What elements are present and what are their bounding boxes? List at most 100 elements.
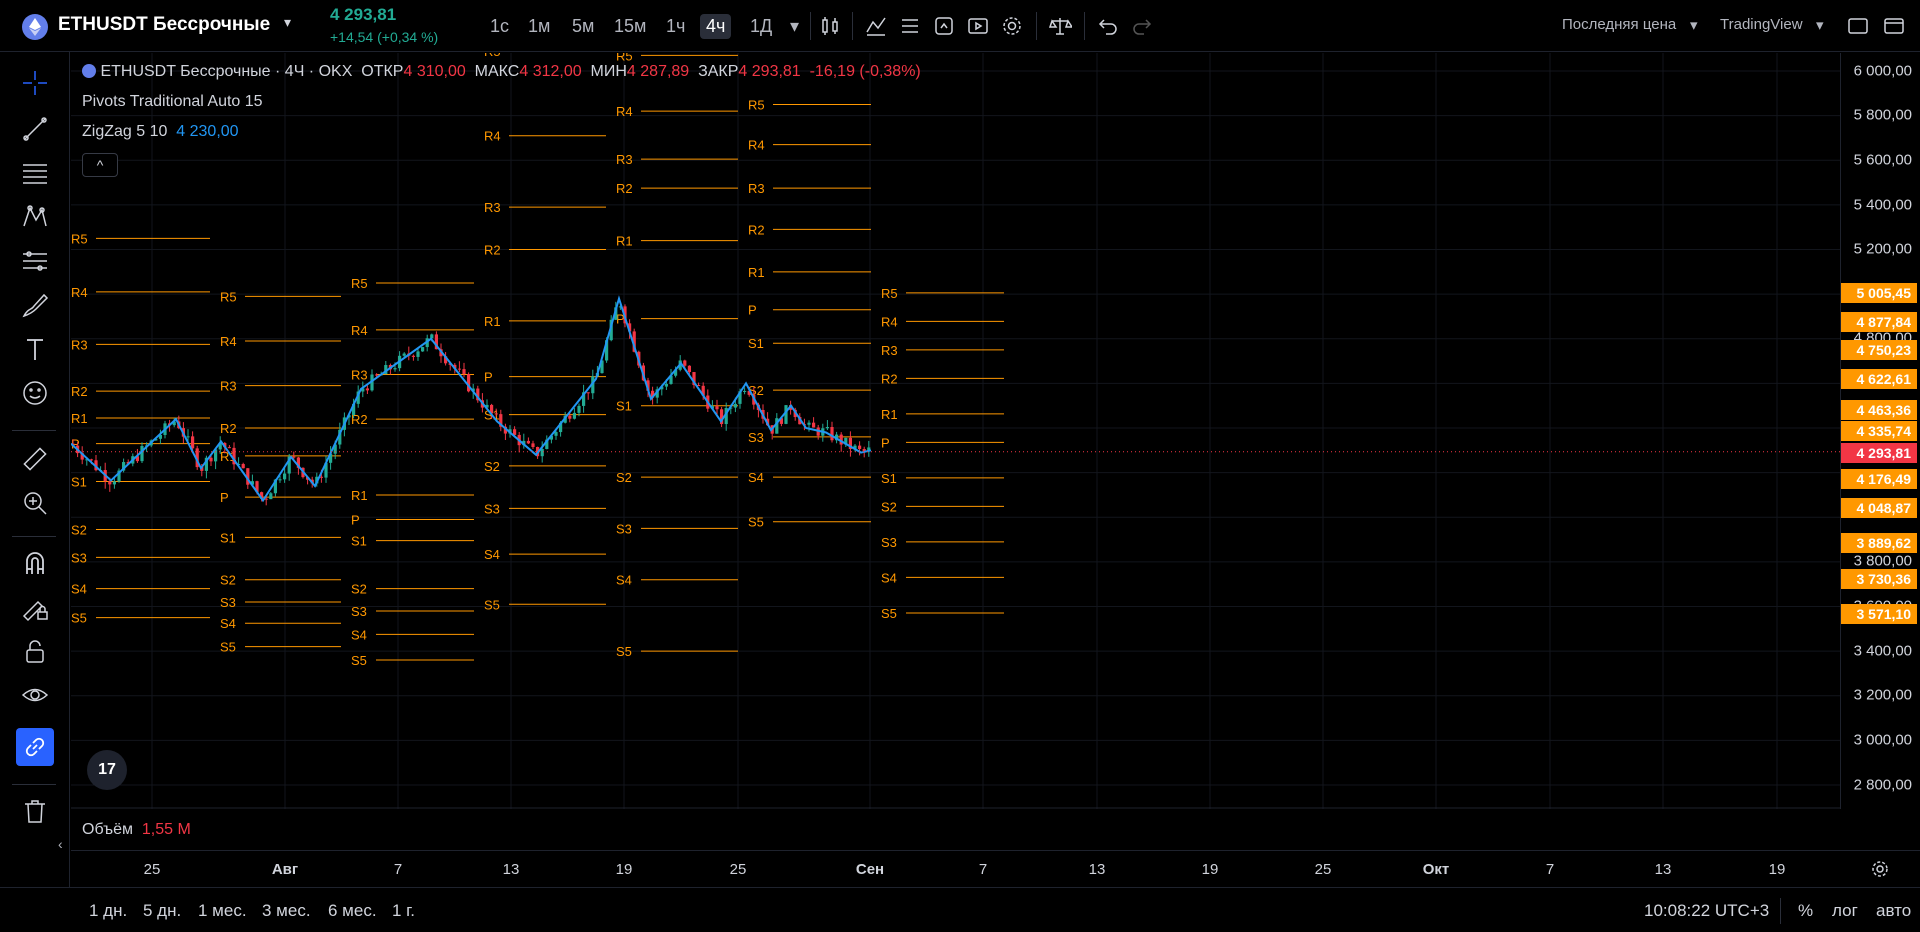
timeframe-4h[interactable]: 4ч xyxy=(700,14,732,39)
range-5d[interactable]: 5 дн. xyxy=(143,901,181,921)
timeframe-15m[interactable]: 15м xyxy=(608,14,652,39)
trash-icon[interactable] xyxy=(20,796,50,826)
fullscreen-icon[interactable] xyxy=(1846,14,1870,38)
pivots-legend[interactable]: Pivots Traditional Auto 15 xyxy=(82,93,263,111)
separator xyxy=(12,536,56,537)
pivot-label: S1 xyxy=(881,471,897,486)
pivot-label: S5 xyxy=(484,597,500,612)
separator xyxy=(810,12,811,40)
volume-legend[interactable]: Объём 1,55 M xyxy=(82,821,191,839)
price-type-select[interactable]: Последняя цена xyxy=(1562,16,1676,33)
candle-body xyxy=(494,413,498,415)
lock-icon[interactable] xyxy=(20,636,50,666)
window-icon[interactable] xyxy=(1882,14,1906,38)
pivot-label: S2 xyxy=(71,523,87,538)
trendline-icon[interactable] xyxy=(20,114,50,144)
templates-icon[interactable] xyxy=(898,14,922,38)
candle-body xyxy=(227,447,231,449)
link-icon[interactable] xyxy=(20,732,50,762)
volume-label: Объём xyxy=(82,821,133,838)
clock[interactable]: 10:08:22 UTC+3 xyxy=(1644,901,1769,921)
lock-drawing-icon[interactable] xyxy=(20,592,50,622)
pivot-label: R2 xyxy=(616,181,633,196)
fib-icon[interactable] xyxy=(20,158,50,188)
price-chart[interactable]: R5 R4 R3 R2 R1 P S1 S2 S3 S4 S5 R5 R4 R3 R2 R1 P S1 S2 S3 S4… xyxy=(71,53,1840,809)
brush-icon[interactable] xyxy=(20,290,50,320)
scales-icon[interactable] xyxy=(1048,14,1074,38)
emoji-icon[interactable] xyxy=(20,378,50,408)
prediction-icon[interactable] xyxy=(20,246,50,276)
time-tick: 19 xyxy=(1201,861,1219,878)
chart-pane[interactable]: R5 R4 R3 R2 R1 P S1 S2 S3 S4 S5 R5 R4 R3 R2 R1 P S1 S2 S3 S4… xyxy=(71,53,1840,838)
price-type-chevron-icon[interactable]: ▾ xyxy=(1690,16,1698,34)
timeframe-1s[interactable]: 1с xyxy=(484,14,515,39)
timeframe-1m[interactable]: 1м xyxy=(522,14,556,39)
chevron-down-icon[interactable]: ▾ xyxy=(284,14,291,31)
candles-icon[interactable] xyxy=(818,14,842,38)
separator xyxy=(852,12,853,40)
range-1y[interactable]: 1 г. xyxy=(392,901,415,921)
pivot-label: S1 xyxy=(71,475,87,490)
pivot-label: R5 xyxy=(351,276,368,291)
legend-high: 4 312,00 xyxy=(519,63,582,80)
axis-settings-icon[interactable] xyxy=(1869,858,1891,880)
pivot-label: R1 xyxy=(484,314,501,329)
ruler-icon[interactable] xyxy=(20,444,50,474)
eye-icon[interactable] xyxy=(20,680,50,710)
time-tick: 13 xyxy=(1088,861,1106,878)
collapse-toolbar-icon[interactable]: ‹ xyxy=(58,836,68,866)
time-axis[interactable]: 25 Авг 7 13 19 25 Сен 7 13 19 25 Окт 7 1… xyxy=(71,850,1920,886)
price-tick: 3 200,00 xyxy=(1853,686,1912,704)
magnet-icon[interactable] xyxy=(20,548,50,578)
ethereum-icon[interactable] xyxy=(22,14,48,40)
price-axis[interactable]: 6 000,00 5 800,00 5 600,00 5 400,00 5 20… xyxy=(1840,53,1920,809)
pivot-label: R4 xyxy=(881,314,898,329)
price-tick: 3 000,00 xyxy=(1853,731,1912,749)
pivot-label: R5 xyxy=(616,53,633,63)
legend-title[interactable]: ETHUSDT Бессрочные · 4Ч · OKX xyxy=(100,63,352,80)
indicators-icon[interactable] xyxy=(864,14,888,38)
redo-icon[interactable] xyxy=(1130,14,1154,38)
candle-body xyxy=(577,405,581,413)
alert-icon[interactable] xyxy=(932,14,956,38)
pivot-label: S1 xyxy=(220,530,236,545)
separator xyxy=(1084,12,1085,40)
settings-icon[interactable] xyxy=(1000,14,1024,38)
replay-icon[interactable] xyxy=(966,14,990,38)
crosshair-icon[interactable] xyxy=(20,68,50,98)
pivot-label: R4 xyxy=(616,104,633,119)
candle-body xyxy=(365,388,369,391)
candle-body xyxy=(687,365,691,373)
range-6m[interactable]: 6 мес. xyxy=(328,901,377,921)
pivot-label: R1 xyxy=(616,234,633,249)
zoom-icon[interactable] xyxy=(20,488,50,518)
candle-body xyxy=(209,457,213,462)
broker-select[interactable]: TradingView xyxy=(1720,16,1803,33)
pivot-label: S3 xyxy=(351,604,367,619)
tradingview-logo[interactable]: 17 xyxy=(87,750,127,790)
legend-close: 4 293,81 xyxy=(738,63,801,80)
candle-body xyxy=(292,456,296,458)
text-icon[interactable] xyxy=(20,334,50,364)
timeframe-1h[interactable]: 1ч xyxy=(660,14,691,39)
pattern-icon[interactable] xyxy=(20,202,50,232)
timeframe-1d[interactable]: 1Д xyxy=(744,14,778,39)
broker-chevron-icon[interactable]: ▾ xyxy=(1816,16,1824,34)
range-1d[interactable]: 1 дн. xyxy=(89,901,127,921)
pivot-label: S2 xyxy=(220,573,236,588)
pivot-label: R1 xyxy=(351,488,368,503)
timeframe-5m[interactable]: 5м xyxy=(566,14,600,39)
symbol-name[interactable]: ETHUSDT Бессрочные xyxy=(58,14,270,36)
range-1m[interactable]: 1 мес. xyxy=(198,901,247,921)
candle-body xyxy=(457,368,461,370)
auto-toggle[interactable]: авто xyxy=(1876,901,1911,921)
candle-body xyxy=(402,353,406,356)
undo-icon[interactable] xyxy=(1096,14,1120,38)
zigzag-legend[interactable]: ZigZag 5 10 4 230,00 xyxy=(82,123,239,141)
range-3m[interactable]: 3 мес. xyxy=(262,901,311,921)
log-toggle[interactable]: лог xyxy=(1832,901,1858,921)
percent-toggle[interactable]: % xyxy=(1798,901,1813,921)
collapse-legend-button[interactable]: ^ xyxy=(82,153,118,177)
timeframe-more-chevron-icon[interactable]: ▾ xyxy=(784,14,805,39)
separator xyxy=(1036,12,1037,40)
